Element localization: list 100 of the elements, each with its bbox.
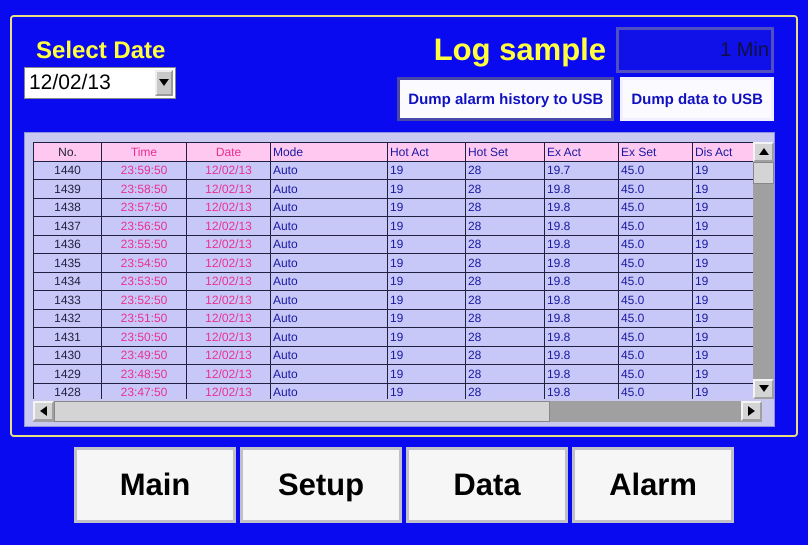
nav-button[interactable]: Setup [240, 447, 402, 523]
table-cell: 45.0 [618, 235, 692, 254]
table-cell: 19.8 [544, 198, 618, 216]
table-cell: 19 [388, 254, 466, 272]
table-cell: 28 [466, 328, 544, 346]
table-cell: 45.0 [618, 254, 692, 272]
table-cell: 1437 [34, 216, 102, 235]
nav-button[interactable]: Main [74, 447, 236, 523]
table-cell: 12/02/13 [186, 383, 270, 399]
table-cell: 19.8 [544, 328, 618, 346]
table-cell: 19 [388, 161, 466, 180]
table-cell: 45.0 [618, 198, 692, 216]
column-header: Ex Set [618, 142, 692, 161]
table-cell: 19 [388, 309, 466, 328]
table-cell: 23:55:50 [102, 235, 186, 254]
column-header: Mode [270, 142, 388, 161]
field-label: Select Date [35, 37, 166, 65]
table-cell: 12/02/13 [186, 364, 270, 383]
table-cell: Auto [270, 328, 388, 346]
table-cell: 12/02/13 [186, 254, 270, 272]
table-cell: 23:56:50 [102, 216, 186, 235]
field-label: Log sample [434, 32, 606, 68]
table-cell: 19 [692, 254, 753, 272]
export-button[interactable]: Dump data to USB [620, 77, 774, 121]
table-cell: 28 [466, 216, 544, 235]
table-cell: 1438 [34, 198, 102, 216]
table-cell: 19 [388, 272, 466, 290]
table-cell: 45.0 [618, 180, 692, 198]
table-cell: 19 [692, 364, 753, 383]
scroll-left-button[interactable] [33, 401, 54, 421]
table-cell: 45.0 [618, 328, 692, 346]
table-cell: 28 [466, 161, 544, 180]
table-cell: 19 [692, 309, 753, 328]
table-cell: 19.8 [544, 383, 618, 399]
table-cell: 12/02/13 [186, 161, 270, 180]
table-cell: 23:49:50 [102, 346, 186, 364]
table-cell: 23:52:50 [102, 290, 186, 309]
table-cell: Auto [270, 346, 388, 364]
triangle-right-icon [746, 405, 758, 417]
table-cell: 28 [466, 272, 544, 290]
column-header: No. [34, 142, 102, 161]
table-cell: 19.8 [544, 290, 618, 309]
table-cell: 19 [388, 198, 466, 216]
table-cell: 19.8 [544, 364, 618, 383]
table-cell: 12/02/13 [186, 216, 270, 235]
table-cell: 28 [466, 198, 544, 216]
export-button[interactable]: Dump alarm history to USB [397, 77, 614, 121]
table-cell: 19 [388, 290, 466, 309]
table-cell: 1435 [34, 254, 102, 272]
table-cell: 45.0 [618, 346, 692, 364]
table-cell: 12/02/13 [186, 235, 270, 254]
scroll-thumb[interactable] [753, 162, 774, 184]
table-cell: 1440 [34, 161, 102, 180]
table-cell: 28 [466, 254, 544, 272]
table-cell: 23:57:50 [102, 198, 186, 216]
nav-button[interactable]: Alarm [572, 447, 734, 523]
scroll-down-button[interactable] [753, 379, 774, 399]
table-cell: 19.8 [544, 180, 618, 198]
table-cell: 19.8 [544, 272, 618, 290]
column-header: Time [102, 142, 186, 161]
table-cell: Auto [270, 216, 388, 235]
table-cell: 45.0 [618, 216, 692, 235]
table-cell: 1434 [34, 272, 102, 290]
table-cell: 19 [388, 328, 466, 346]
table-cell: 19 [388, 346, 466, 364]
table-cell: 28 [466, 290, 544, 309]
table-cell: 28 [466, 346, 544, 364]
scroll-up-button[interactable] [753, 142, 774, 162]
table-cell: 19.8 [544, 254, 618, 272]
table-cell: Auto [270, 290, 388, 309]
table-cell: 23:54:50 [102, 254, 186, 272]
table-cell: 19 [692, 216, 753, 235]
table-cell: 1433 [34, 290, 102, 309]
table-cell: 19 [692, 235, 753, 254]
table-cell: 23:59:50 [102, 161, 186, 180]
column-header: Hot Set [466, 142, 544, 161]
table-cell: Auto [270, 364, 388, 383]
table-cell: 28 [466, 180, 544, 198]
table-cell: 19 [388, 180, 466, 198]
table-cell: 12/02/13 [186, 198, 270, 216]
column-header: Ex Act [544, 142, 618, 161]
table-cell: 19.8 [544, 309, 618, 328]
table-cell: 28 [466, 309, 544, 328]
table-cell: 1436 [34, 235, 102, 254]
table-cell: 23:51:50 [102, 309, 186, 328]
table-cell: 19 [692, 290, 753, 309]
nav-button[interactable]: Data [406, 447, 568, 523]
horizontal-scrollbar[interactable] [33, 401, 762, 422]
table-cell: Auto [270, 272, 388, 290]
vertical-scrollbar[interactable] [753, 142, 774, 399]
scroll-right-button[interactable] [741, 401, 762, 421]
table-cell: 45.0 [618, 383, 692, 399]
table-cell: 19.8 [544, 346, 618, 364]
date-dropdown[interactable]: 12/02/13 [24, 67, 176, 99]
scroll-thumb[interactable] [54, 401, 550, 422]
table-cell: 19 [692, 198, 753, 216]
table-cell: 1429 [34, 364, 102, 383]
table-cell: 19.8 [544, 235, 618, 254]
table-cell: Auto [270, 254, 388, 272]
triangle-up-icon [758, 146, 770, 158]
